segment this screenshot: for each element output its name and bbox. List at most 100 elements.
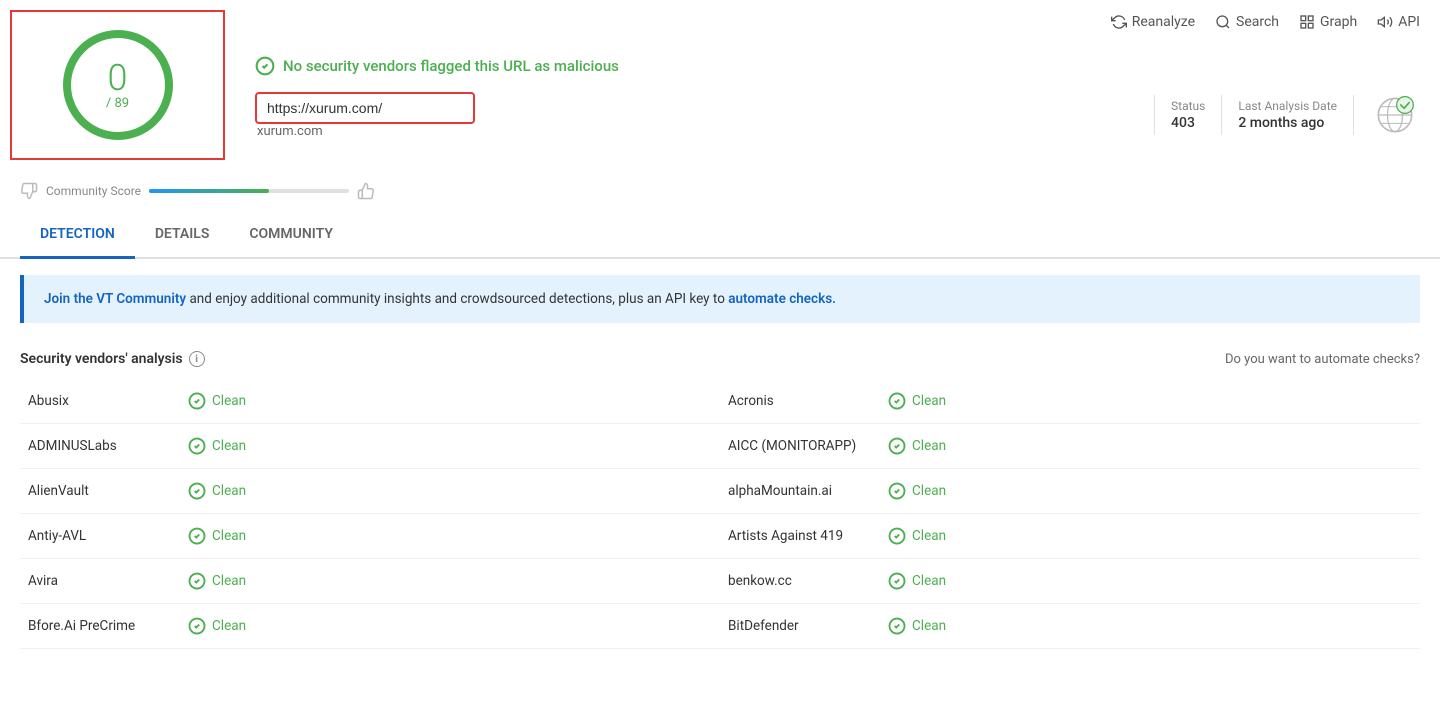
join-vt-link[interactable]: Join the VT Community — [44, 291, 186, 307]
community-banner: Join the VT Community and enjoy addition… — [20, 275, 1420, 323]
score-box: 0 / 89 — [10, 10, 225, 160]
graph-button[interactable]: Graph — [1299, 14, 1357, 30]
vendor-name: BitDefender — [728, 618, 888, 634]
info-section: Reanalyze Search Graph API No security v… — [235, 0, 1440, 170]
reanalyze-button[interactable]: Reanalyze — [1111, 14, 1195, 30]
clean-check-icon — [888, 527, 906, 545]
vendors-table: Abusix Clean Acronis Clean AD — [20, 379, 1420, 649]
api-button[interactable]: API — [1377, 14, 1420, 30]
vendor-status-text: Clean — [912, 573, 946, 589]
clean-check-icon — [188, 437, 206, 455]
analysis-date-label: Last Analysis Date — [1238, 99, 1337, 113]
table-row: Antiy-AVL Clean Artists Against 419 Clea… — [20, 514, 1420, 559]
status-clean: No security vendors flagged this URL as … — [255, 56, 1420, 76]
globe-icon-wrap — [1370, 90, 1420, 140]
vendor-name: AlienVault — [28, 483, 188, 499]
divider3 — [1353, 95, 1354, 135]
vendor-status: Clean — [888, 482, 946, 500]
automate-checks-link[interactable]: automate checks. — [728, 291, 836, 307]
vendor-name: Artists Against 419 — [728, 528, 888, 544]
vendor-status: Clean — [188, 392, 246, 410]
search-button[interactable]: Search — [1215, 14, 1279, 30]
vendor-status-text: Clean — [912, 483, 946, 499]
graph-icon — [1299, 14, 1315, 30]
vendor-name: Antiy-AVL — [28, 528, 188, 544]
clean-check-icon — [188, 527, 206, 545]
community-score-fill — [149, 189, 269, 193]
community-score-bar — [149, 189, 349, 193]
vendor-status-text: Clean — [212, 438, 246, 454]
community-bar: Community Score — [0, 170, 1440, 212]
vendor-cell-right: Acronis Clean — [720, 379, 1420, 423]
table-row: ADMINUSLabs Clean AICC (MONITORAPP) Clea… — [20, 424, 1420, 469]
vendor-name: ADMINUSLabs — [28, 438, 188, 454]
vendor-cell-left: Abusix Clean — [20, 379, 720, 423]
reanalyze-icon — [1111, 14, 1127, 30]
vendor-cell-left: Bfore.Ai PreCrime Clean — [20, 604, 720, 648]
vendor-cell-left: ADMINUSLabs Clean — [20, 424, 720, 468]
vendor-cell-left: Antiy-AVL Clean — [20, 514, 720, 558]
main-container: 0 / 89 Reanalyze Search Graph — [0, 0, 1440, 721]
score-circle: 0 / 89 — [63, 30, 173, 140]
vendor-status-text: Clean — [212, 618, 246, 634]
status-value: 403 — [1171, 115, 1205, 131]
score-denom: / 89 — [106, 96, 129, 111]
url-input[interactable] — [255, 92, 475, 124]
vendor-name: AICC (MONITORAPP) — [728, 438, 888, 454]
vendor-cell-right: AICC (MONITORAPP) Clean — [720, 424, 1420, 468]
clean-check-icon — [888, 392, 906, 410]
tab-detection[interactable]: DETECTION — [20, 212, 135, 259]
tabs: DETECTION DETAILS COMMUNITY — [0, 212, 1440, 259]
vendor-status-text: Clean — [912, 528, 946, 544]
analysis-date-meta: Last Analysis Date 2 months ago — [1238, 99, 1337, 131]
automate-text: Do you want to automate checks? — [1225, 352, 1420, 367]
clean-check-icon — [188, 617, 206, 635]
clean-check-icon — [188, 482, 206, 500]
vendor-status: Clean — [188, 617, 246, 635]
api-icon — [1377, 14, 1393, 30]
analysis-header: Security vendors' analysis i Do you want… — [20, 339, 1420, 379]
vendor-status-text: Clean — [212, 573, 246, 589]
reanalyze-label: Reanalyze — [1132, 14, 1195, 30]
clean-check-icon — [888, 617, 906, 635]
divider2 — [1221, 95, 1222, 135]
vendor-status: Clean — [188, 527, 246, 545]
vendor-status-text: Clean — [212, 393, 246, 409]
vendor-status: Clean — [888, 617, 946, 635]
vendor-name: Avira — [28, 573, 188, 589]
analysis-date-value: 2 months ago — [1238, 115, 1337, 131]
banner-middle-text: and enjoy additional community insights … — [186, 291, 728, 307]
top-header: 0 / 89 Reanalyze Search Graph — [0, 0, 1440, 170]
url-domain: xurum.com — [255, 124, 475, 139]
vendor-status-text: Clean — [212, 483, 246, 499]
table-row: Bfore.Ai PreCrime Clean BitDefender Clea… — [20, 604, 1420, 649]
clean-check-icon — [888, 437, 906, 455]
vendor-name: Abusix — [28, 393, 188, 409]
vendor-name: Acronis — [728, 393, 888, 409]
analysis-title: Security vendors' analysis i — [20, 351, 205, 367]
clean-check-icon — [188, 572, 206, 590]
vendor-status: Clean — [888, 437, 946, 455]
tab-community[interactable]: COMMUNITY — [229, 212, 353, 259]
vendor-status: Clean — [188, 482, 246, 500]
vendor-name: benkow.cc — [728, 573, 888, 589]
status-message: No security vendors flagged this URL as … — [283, 57, 619, 75]
community-score-label: Community Score — [46, 184, 141, 198]
tab-details[interactable]: DETAILS — [135, 212, 230, 259]
vendor-cell-right: BitDefender Clean — [720, 604, 1420, 648]
clean-check-icon — [888, 572, 906, 590]
toolbar: Reanalyze Search Graph API — [1111, 14, 1420, 30]
analysis-title-text: Security vendors' analysis — [20, 351, 183, 367]
vendor-name: alphaMountain.ai — [728, 483, 888, 499]
table-row: Abusix Clean Acronis Clean — [20, 379, 1420, 424]
thumb-up-icon — [357, 182, 375, 200]
info-icon[interactable]: i — [189, 351, 205, 367]
vendor-status-text: Clean — [912, 618, 946, 634]
vendor-status: Clean — [188, 437, 246, 455]
meta-info: Status 403 Last Analysis Date 2 months a… — [1154, 90, 1420, 140]
graph-label: Graph — [1320, 14, 1357, 30]
vendor-cell-right: alphaMountain.ai Clean — [720, 469, 1420, 513]
vendor-cell-right: Artists Against 419 Clean — [720, 514, 1420, 558]
vendor-status: Clean — [888, 527, 946, 545]
thumb-down-icon — [20, 182, 38, 200]
